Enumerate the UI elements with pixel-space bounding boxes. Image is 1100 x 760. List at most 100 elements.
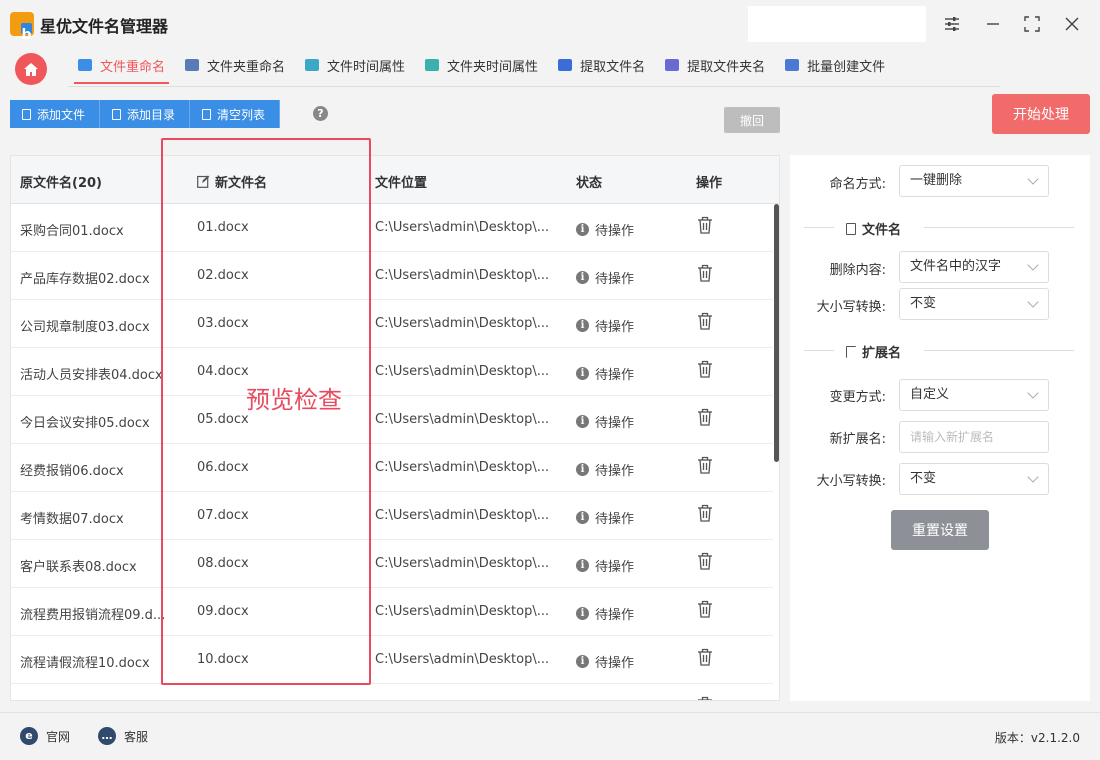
website-link[interactable]: e 官网 [20, 727, 70, 745]
tab-app-icon [305, 59, 320, 71]
table-row[interactable]: 考情数据07.docx 07.docx C:\Users\admin\Desktop… [11, 492, 773, 540]
app-title: 星优文件名管理器 [40, 17, 169, 36]
close-icon[interactable] [1060, 12, 1084, 36]
delete-content-value: 文件名中的汉字 [910, 259, 1002, 274]
delete-row-icon[interactable] [697, 456, 713, 478]
new-name-cell: 08.docx [197, 556, 249, 571]
delete-row-icon[interactable] [697, 648, 713, 670]
document-icon [22, 108, 31, 120]
status-label: 待操作 [595, 464, 635, 479]
new-extension-label: 新扩展名: [829, 432, 886, 447]
case-conversion-select[interactable]: 不变 [899, 288, 1049, 320]
chevron-down-icon [1027, 387, 1039, 399]
original-name-cell: 活动人员安排表04.docx [20, 368, 163, 383]
new-name-cell: 09.docx [197, 604, 249, 619]
section-divider [804, 227, 834, 228]
delete-row-icon[interactable] [697, 312, 713, 334]
tab-0[interactable]: 文件重命名 [68, 48, 175, 84]
tab-label: 批量创建文件 [807, 59, 886, 75]
tab-1[interactable]: 文件夹重命名 [175, 48, 295, 82]
website-label: 官网 [46, 729, 71, 744]
tab-label: 文件夹时间属性 [447, 59, 539, 75]
reset-settings-button[interactable]: 重置设置 [891, 510, 989, 550]
location-cell: C:\Users\admin\Desktop\... [375, 508, 550, 523]
delete-row-icon[interactable] [697, 216, 713, 238]
new-name-cell: 01.docx [197, 220, 249, 235]
settings-panel: 命名方式: 一键删除 文件名 删除内容: 文件名中的汉字 大小写转换: 不变 扩… [790, 155, 1090, 701]
delete-content-select[interactable]: 文件名中的汉字 [899, 251, 1049, 283]
undo-button[interactable]: 撤回 [724, 107, 780, 133]
tab-label: 提取文件夹名 [687, 59, 766, 75]
clear-list-button[interactable]: 清空列表 [190, 100, 281, 128]
new-extension-input[interactable] [899, 421, 1049, 453]
delete-row-icon[interactable] [697, 264, 713, 286]
edit-icon [197, 175, 210, 188]
table-row[interactable]: 流程请假流程10.docx 10.docx C:\Users\admin\Deskt… [11, 636, 773, 684]
table-row[interactable]: 活动人员安排表04.docx 04.docx C:\Users\admin\Desk… [11, 348, 773, 396]
maximize-icon[interactable] [1020, 12, 1044, 36]
home-button[interactable] [15, 53, 47, 85]
filename-section-title: 文件名 [846, 219, 901, 238]
status-cell: i 待操作 [576, 364, 634, 383]
table-row[interactable]: 流程费用报销流程09.d... 09.docx C:\Users\admin\Des… [11, 588, 773, 636]
delete-row-icon[interactable] [697, 504, 713, 526]
new-name-cell: 04.docx [197, 364, 249, 379]
location-cell: C:\Users\admin\Desktop\... [375, 604, 550, 619]
section-divider [804, 350, 834, 351]
trash-icon [202, 108, 212, 120]
minimize-icon[interactable] [981, 12, 1005, 36]
table-row[interactable]: 公司规章制度03.docx 03.docx C:\Users\admin\Deskt… [11, 300, 773, 348]
tab-2[interactable]: 文件时间属性 [295, 48, 415, 82]
header-status[interactable]: 状态 [576, 172, 602, 191]
header-original-name[interactable]: 原文件名(20) [20, 172, 102, 191]
tab-5[interactable]: 提取文件夹名 [655, 48, 775, 82]
location-cell: C:\Users\admin\Desktop\... [375, 268, 550, 283]
original-name-cell: 今日会议安排05.docx [20, 416, 150, 431]
status-cell: i 待操作 [576, 652, 634, 671]
chevron-down-icon [1027, 471, 1039, 483]
delete-row-icon[interactable] [697, 600, 713, 622]
table-row[interactable]: 今日会议安排05.docx 05.docx C:\Users\admin\Deskt… [11, 396, 773, 444]
table-row[interactable]: 采购合同01.docx 01.docx C:\Users\admin\Desktop… [11, 204, 773, 252]
tab-label: 文件重命名 [100, 59, 166, 75]
table-scrollbar[interactable] [774, 204, 779, 462]
home-icon [24, 62, 38, 76]
table-row[interactable]: 经费报销06.docx 06.docx C:\Users\admin\Desktop… [11, 444, 773, 492]
info-icon: i [576, 463, 589, 476]
location-cell: C:\Users\admin\Desktop\... [375, 364, 550, 379]
tab-app-icon [425, 59, 440, 71]
delete-row-icon[interactable] [697, 696, 713, 700]
header-new-name[interactable]: 新文件名 [197, 172, 267, 191]
add-directory-button[interactable]: 添加目录 [100, 100, 191, 128]
table-row[interactable] [11, 684, 773, 700]
extension-section: 扩展名 [804, 341, 1074, 361]
support-link[interactable]: … 客服 [98, 727, 148, 745]
status-label: 待操作 [595, 368, 635, 383]
location-cell: C:\Users\admin\Desktop\... [375, 652, 550, 667]
table-row[interactable]: 客户联系表08.docx 08.docx C:\Users\admin\Deskto… [11, 540, 773, 588]
app-logo-icon: b [10, 12, 34, 43]
tab-label: 提取文件名 [580, 59, 646, 75]
tab-6[interactable]: 批量创建文件 [775, 48, 895, 82]
info-icon: i [576, 655, 589, 668]
delete-row-icon[interactable] [697, 552, 713, 574]
location-cell: C:\Users\admin\Desktop\... [375, 412, 550, 427]
table-row[interactable]: 产品库存数据02.docx 02.docx C:\Users\admin\Deskt… [11, 252, 773, 300]
start-processing-button[interactable]: 开始处理 [992, 94, 1090, 134]
change-method-select[interactable]: 自定义 [899, 379, 1049, 411]
delete-row-icon[interactable] [697, 408, 713, 430]
settings-sliders-icon[interactable] [940, 12, 964, 36]
add-file-button[interactable]: 添加文件 [10, 100, 101, 128]
naming-method-select[interactable]: 一键删除 [899, 165, 1049, 197]
status-label: 待操作 [595, 272, 635, 287]
tab-3[interactable]: 文件夹时间属性 [415, 48, 548, 82]
original-name-cell: 流程请假流程10.docx [20, 656, 150, 671]
case-conversion-value: 不变 [910, 296, 937, 311]
header-location[interactable]: 文件位置 [375, 172, 427, 191]
tab-4[interactable]: 提取文件名 [548, 48, 655, 82]
extension-case-select[interactable]: 不变 [899, 463, 1049, 495]
help-icon[interactable]: ? [313, 106, 328, 121]
delete-row-icon[interactable] [697, 360, 713, 382]
new-name-cell: 02.docx [197, 268, 249, 283]
extension-section-label: 扩展名 [862, 346, 902, 361]
